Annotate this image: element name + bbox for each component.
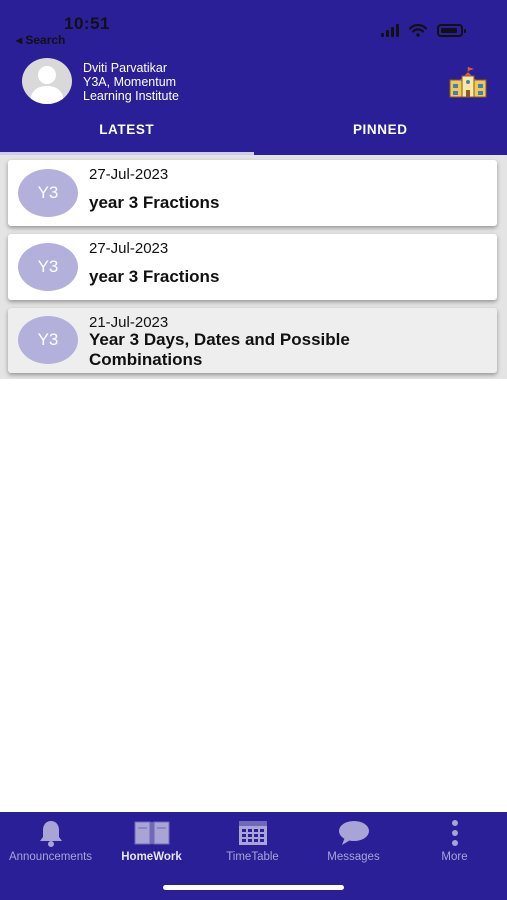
cellular-signal-icon	[381, 24, 399, 37]
nav-homework[interactable]: HomeWork	[101, 818, 202, 863]
profile-info: Dviti Parvatikar Y3A, Momentum Learning …	[83, 61, 179, 103]
nav-label: HomeWork	[121, 851, 182, 863]
homework-screen: 10:51 ◂ Search Dviti Parvatikar Y3A, Mom…	[0, 0, 507, 900]
student-class: Y3A, Momentum	[83, 75, 177, 89]
school-name: Learning Institute	[83, 89, 179, 103]
homework-list: Y3 27-Jul-2023 year 3 Fractions Y3 27-Ju…	[0, 155, 507, 379]
nav-timetable[interactable]: TimeTable	[202, 818, 303, 863]
back-to-search-link[interactable]: ◂ Search	[16, 33, 65, 47]
item-title-line-2: Combinations	[89, 350, 203, 369]
item-date: 27-Jul-2023	[89, 166, 169, 183]
item-date: 27-Jul-2023	[89, 240, 169, 257]
app-header: 10:51 ◂ Search Dviti Parvatikar Y3A, Mom…	[0, 0, 507, 155]
class-badge: Y3	[18, 316, 78, 364]
student-name: Dviti Parvatikar	[83, 61, 168, 75]
wifi-icon	[409, 24, 427, 37]
chat-bubble-icon	[338, 821, 369, 845]
item-title-line-1: Year 3 Days, Dates and Possible	[89, 330, 350, 349]
school-building-icon[interactable]	[449, 66, 487, 98]
item-title: Year 3 Days, Dates and Possible Combinat…	[89, 330, 350, 370]
book-icon	[134, 821, 169, 845]
calendar-grid-icon	[238, 821, 267, 845]
nav-label: Announcements	[8, 851, 93, 863]
nav-label: More	[441, 851, 468, 863]
list-item[interactable]: Y3 27-Jul-2023 year 3 Fractions	[8, 234, 497, 300]
battery-icon	[437, 24, 466, 37]
list-item[interactable]: Y3 27-Jul-2023 year 3 Fractions	[8, 160, 497, 226]
nav-announcements[interactable]: Announcements	[0, 818, 101, 863]
item-date: 21-Jul-2023	[89, 314, 169, 331]
nav-label: Messages	[327, 851, 380, 863]
tab-latest[interactable]: LATEST	[0, 117, 254, 155]
item-title: year 3 Fractions	[89, 193, 220, 212]
home-indicator[interactable]	[163, 885, 344, 890]
bell-icon	[39, 821, 62, 847]
list-item[interactable]: Y3 21-Jul-2023 Year 3 Days, Dates and Po…	[8, 308, 497, 373]
more-vertical-icon	[451, 820, 458, 846]
user-avatar-icon[interactable]	[22, 58, 72, 104]
status-time: 10:51	[64, 14, 110, 33]
nav-label: TimeTable	[226, 851, 279, 863]
status-icons	[381, 24, 466, 37]
class-badge: Y3	[18, 243, 78, 291]
nav-messages[interactable]: Messages	[303, 818, 404, 863]
item-title: year 3 Fractions	[89, 267, 220, 286]
nav-more[interactable]: More	[404, 818, 505, 863]
class-badge: Y3	[18, 169, 78, 217]
tab-pinned[interactable]: PINNED	[254, 117, 507, 155]
tab-bar: LATEST PINNED	[0, 117, 507, 155]
